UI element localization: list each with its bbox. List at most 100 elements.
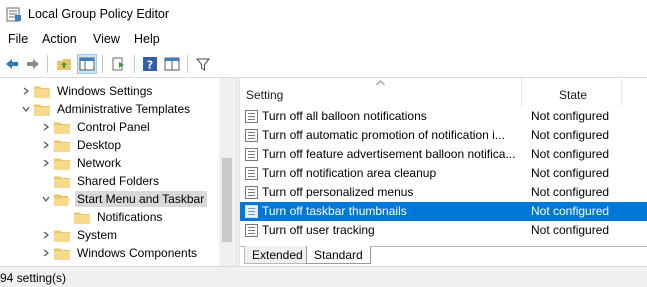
tree-item-label: Windows Settings	[57, 84, 153, 98]
policy-setting-icon	[245, 224, 258, 237]
table-row[interactable]: Turn off notification area cleanup Not c…	[240, 164, 647, 183]
tree-item-windows-components[interactable]: Windows Components	[38, 244, 200, 262]
setting-state: Not configured	[531, 147, 610, 161]
setting-state: Not configured	[531, 185, 610, 199]
toolbar-separator	[102, 55, 103, 73]
chevron-right-icon[interactable]	[38, 226, 54, 244]
status-bar: 94 setting(s)	[0, 266, 647, 287]
setting-name: Turn off feature advertisement balloon n…	[262, 147, 516, 161]
setting-name: Turn off automatic promotion of notifica…	[262, 128, 505, 142]
column-separator[interactable]	[621, 78, 622, 106]
tree-item-label: Start Menu and Taskbar	[75, 191, 208, 207]
back-icon[interactable]	[2, 54, 22, 74]
folder-icon	[34, 86, 50, 98]
show-hide-tree-icon[interactable]	[77, 54, 97, 74]
column-header-state[interactable]: State	[559, 78, 629, 106]
tab-standard[interactable]: Standard	[306, 246, 371, 264]
tab-extended[interactable]: Extended	[244, 246, 311, 264]
tree-item-notifications[interactable]: Notifications	[74, 208, 165, 226]
folder-icon	[54, 176, 70, 188]
menu-bar: File Action View Help	[0, 28, 647, 50]
folder-icon	[54, 140, 70, 152]
help-icon[interactable]: ?	[140, 54, 160, 74]
tab-label: Extended	[252, 248, 303, 262]
menu-help[interactable]: Help	[134, 32, 160, 46]
setting-name: Turn off all balloon notifications	[262, 109, 427, 123]
chevron-right-icon[interactable]	[18, 82, 34, 100]
folder-icon	[54, 248, 70, 260]
scrollbar-thumb[interactable]	[222, 158, 232, 242]
toolbar: ?	[0, 50, 647, 78]
tree-item-network[interactable]: Network	[38, 154, 124, 172]
tree-item-label: Control Panel	[77, 120, 150, 134]
tree-item-system[interactable]: System	[38, 226, 120, 244]
table-row[interactable]: Turn off all balloon notifications Not c…	[240, 107, 647, 126]
toolbar-separator	[47, 55, 48, 73]
table-row[interactable]: Turn off automatic promotion of notifica…	[240, 126, 647, 145]
table-row[interactable]: Turn off user tracking Not configured	[240, 221, 647, 240]
tree-item-label: Shared Folders	[77, 174, 160, 188]
chevron-down-icon[interactable]	[38, 190, 54, 208]
table-row-selected[interactable]: Turn off taskbar thumbnails Not configur…	[240, 202, 647, 221]
menu-file[interactable]: File	[8, 32, 28, 46]
settings-list: Setting State Turn off all balloon notif…	[240, 78, 647, 266]
policy-setting-icon	[245, 205, 258, 218]
chevron-right-icon[interactable]	[38, 154, 54, 172]
chevron-down-icon[interactable]	[18, 100, 34, 118]
tab-label: Standard	[314, 248, 363, 262]
tree-item-windows-settings[interactable]: Windows Settings	[18, 82, 155, 100]
extended-view-icon[interactable]	[162, 54, 182, 74]
tree-item-label: Administrative Templates	[57, 102, 191, 116]
setting-name: Turn off user tracking	[262, 223, 375, 237]
policy-setting-icon	[245, 129, 258, 142]
chevron-right-icon[interactable]	[38, 244, 54, 262]
setting-state: Not configured	[531, 166, 610, 180]
policy-setting-icon	[245, 148, 258, 161]
tree-item-start-menu-and-taskbar[interactable]: Start Menu and Taskbar	[38, 190, 208, 208]
tree-scrollbar[interactable]	[219, 78, 236, 266]
tree-item-desktop[interactable]: Desktop	[38, 136, 124, 154]
column-header-label: Setting	[246, 88, 284, 102]
chevron-right-icon[interactable]	[38, 118, 54, 136]
tree-item-label: Notifications	[97, 210, 163, 224]
tree-item-label: Network	[77, 156, 122, 170]
filter-icon[interactable]	[193, 54, 213, 74]
folder-icon	[74, 212, 90, 224]
setting-name: Turn off taskbar thumbnails	[262, 204, 407, 218]
tree-item-label: Desktop	[77, 138, 122, 152]
policy-setting-icon	[245, 186, 258, 199]
menu-view[interactable]: View	[93, 32, 120, 46]
export-list-icon[interactable]	[109, 54, 129, 74]
tree-item-control-panel[interactable]: Control Panel	[38, 118, 153, 136]
window-title: Local Group Policy Editor	[28, 7, 170, 21]
title-bar: Local Group Policy Editor	[0, 0, 647, 28]
column-header-label: State	[559, 88, 588, 102]
forward-icon[interactable]	[23, 54, 43, 74]
setting-name: Turn off notification area cleanup	[262, 166, 437, 180]
sort-ascending-icon	[376, 80, 385, 86]
chevron-right-icon[interactable]	[38, 136, 54, 154]
tree-item-shared-folders[interactable]: Shared Folders	[54, 172, 162, 190]
folder-icon	[54, 122, 70, 134]
group-policy-icon	[6, 7, 21, 22]
setting-name: Turn off personalized menus	[262, 185, 414, 199]
column-separator[interactable]	[521, 78, 522, 106]
folder-icon	[54, 158, 70, 170]
setting-state: Not configured	[531, 128, 610, 142]
tree-item-label: Windows Components	[77, 246, 198, 260]
setting-state: Not configured	[531, 223, 610, 237]
status-text: 94 setting(s)	[0, 271, 67, 285]
folder-icon	[54, 230, 70, 242]
menu-action[interactable]: Action	[42, 32, 77, 46]
tree-pane: Windows Settings Administrative Template…	[0, 78, 237, 266]
tree-item-administrative-templates[interactable]: Administrative Templates	[18, 100, 193, 118]
setting-state: Not configured	[531, 109, 610, 123]
folder-icon	[34, 104, 50, 116]
toolbar-separator	[134, 55, 135, 73]
policy-setting-icon	[245, 167, 258, 180]
folder-open-icon	[54, 194, 70, 206]
table-row[interactable]: Turn off feature advertisement balloon n…	[240, 145, 647, 164]
toolbar-separator	[187, 55, 188, 73]
up-folder-icon[interactable]	[54, 54, 74, 74]
table-row[interactable]: Turn off personalized menus Not configur…	[240, 183, 647, 202]
